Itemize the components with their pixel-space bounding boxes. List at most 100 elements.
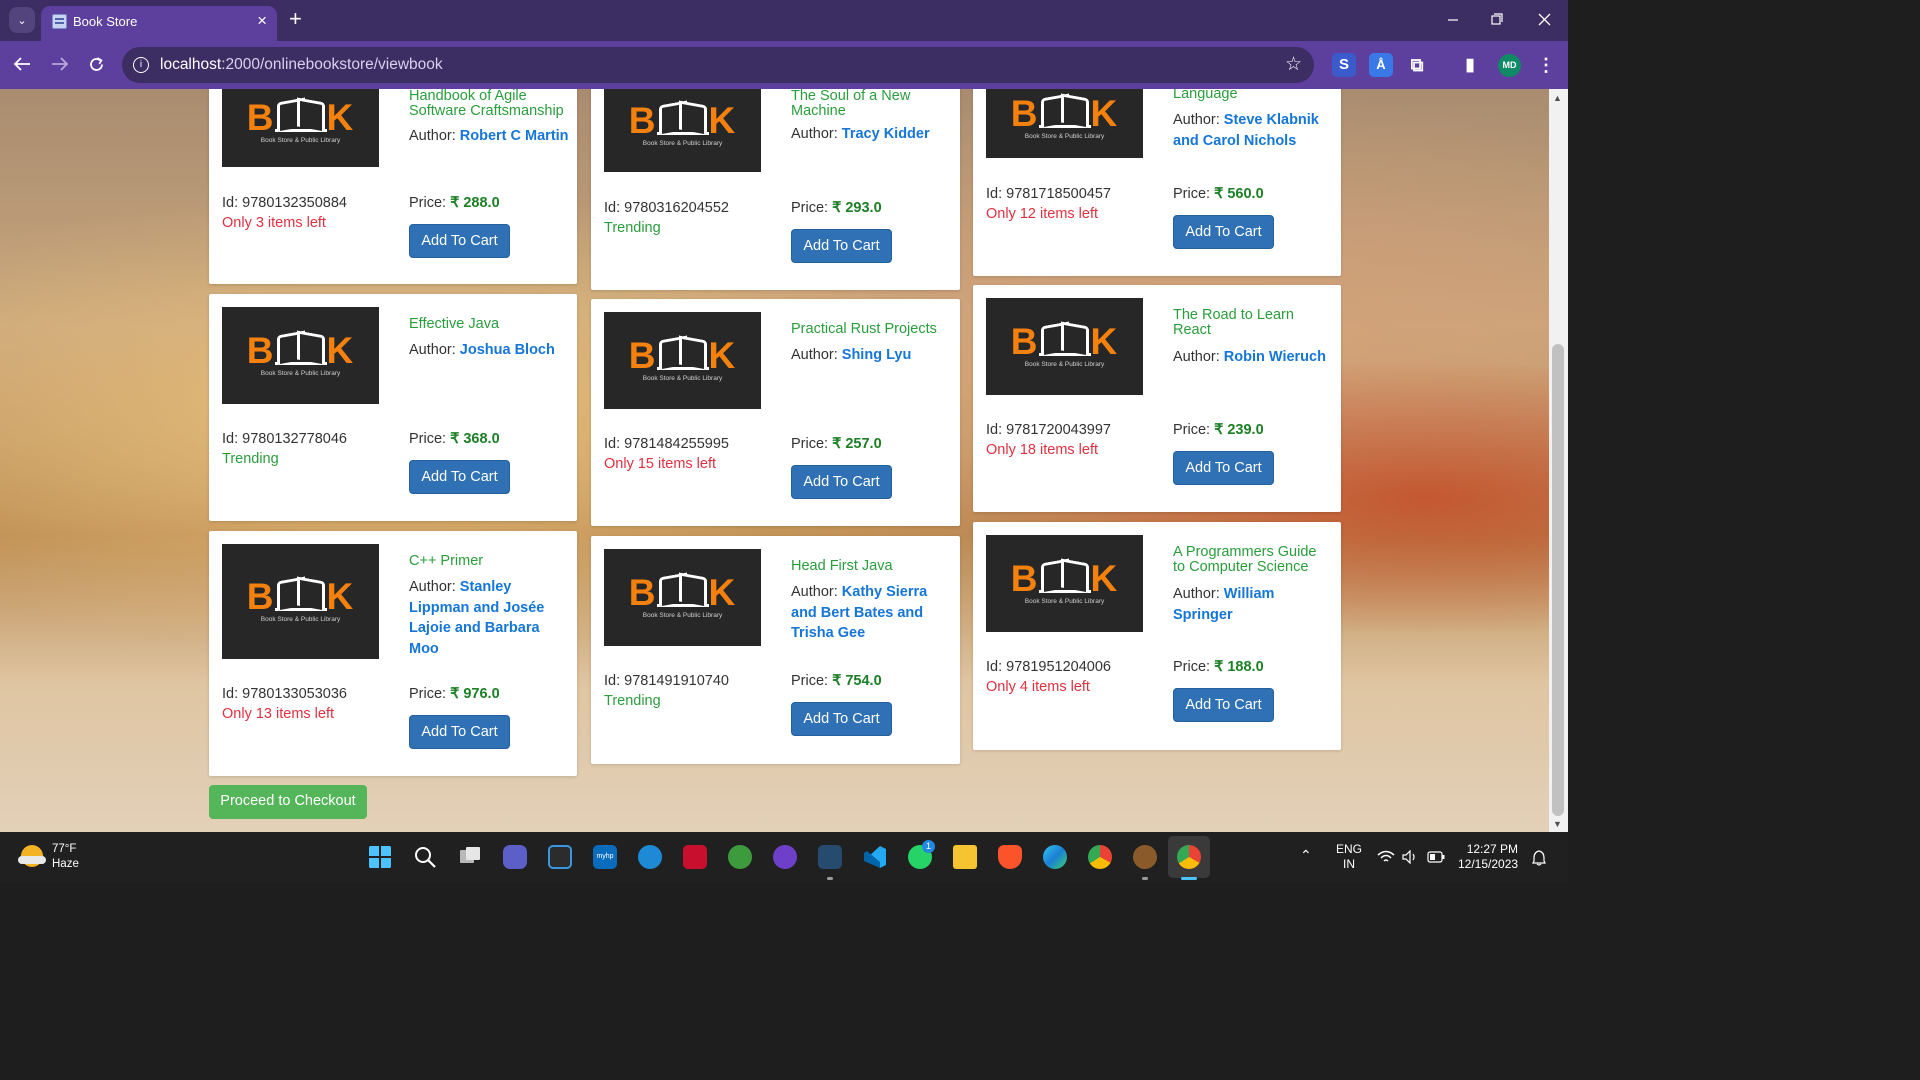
tab-search-button[interactable]: ⌄ [9,7,35,33]
notification-bell-icon[interactable] [1532,850,1546,866]
vscode-icon[interactable] [863,845,887,869]
system-clock[interactable]: 12:27 PM 12/15/2023 [1458,842,1518,872]
book-title[interactable]: The Soul of a New Machine [791,89,949,119]
add-to-cart-button[interactable]: Add To Cart [1173,688,1274,722]
book-price: Price: ₹ 368.0 [409,431,500,447]
book-title[interactable]: Language [1173,89,1331,102]
language-indicator[interactable]: ENG IN [1336,842,1362,872]
book-title[interactable]: Effective Java [409,317,567,332]
book-card: B K Book Store & Public Library Effective … [209,294,577,521]
wifi-icon[interactable] [1377,850,1395,864]
reload-icon[interactable] [88,56,105,73]
page-favicon-icon [52,14,67,29]
add-to-cart-button[interactable]: Add To Cart [791,229,892,263]
stock-status: Only 3 items left [222,215,326,231]
chrome-browser-icon[interactable] [1088,845,1112,869]
add-to-cart-button[interactable]: Add To Cart [409,460,510,494]
browser-tab-strip: ⌄ Book Store × + [0,0,1568,41]
browser-toolbar: i localhost:2000/onlinebookstore/viewboo… [0,41,1568,89]
extension-s-icon[interactable]: S [1332,53,1356,77]
page-scrollbar[interactable]: ▲ ▼ [1549,89,1568,832]
help-icon[interactable] [638,845,662,869]
windows-start-icon[interactable] [368,845,392,869]
address-bar[interactable]: i localhost:2000/onlinebookstore/viewboo… [122,47,1314,83]
extension-translate-icon[interactable]: Å [1369,53,1393,77]
screen: ⌄ Book Store × + i localhost:2000/online… [0,0,1568,882]
add-to-cart-button[interactable]: Add To Cart [791,465,892,499]
book-card: B K Book Store & Public Library A Programm… [973,522,1341,750]
book-author: Author: Robert C Martin [409,128,569,144]
edge-browser-icon[interactable] [1043,845,1067,869]
battery-icon[interactable] [1427,851,1445,863]
minimize-icon[interactable] [1447,14,1459,26]
book-cover-image: B K Book Store & Public Library [604,549,761,646]
book-title[interactable]: The Road to Learn React [1173,308,1331,338]
extensions-puzzle-icon[interactable]: ⧉ [1405,53,1429,77]
chevron-down-icon: ⌄ [17,14,27,27]
mcafee-icon[interactable] [683,845,707,869]
restore-icon[interactable] [1491,13,1503,25]
trending-status: Trending [222,451,279,467]
app-gear-icon[interactable] [1133,845,1157,869]
active-indicator [1181,877,1197,880]
mysql-workbench-icon[interactable] [818,845,842,869]
book-id: Id: 9780132350884 [222,195,347,211]
microsoft-store-icon[interactable] [548,845,572,869]
book-cover-image: B K Book Store & Public Library [222,544,379,659]
book-author: Author: Stanley Lippman and Josée Lajoie… [409,579,545,657]
site-info-icon[interactable]: i [133,57,149,73]
proceed-to-checkout-button[interactable]: Proceed to Checkout [209,785,367,819]
add-to-cart-button[interactable]: Add To Cart [791,702,892,736]
weather-description: Haze [52,858,79,870]
active-tab[interactable]: Book Store × [41,6,277,41]
scroll-up-arrow-icon[interactable]: ▲ [1553,93,1562,103]
book-author: Author: Joshua Bloch [409,342,555,358]
book-price: Price: ₹ 239.0 [1173,422,1264,438]
close-tab-icon[interactable]: × [257,11,267,31]
side-panel-icon[interactable]: ▮ [1458,53,1482,77]
scroll-thumb[interactable] [1552,344,1564,816]
book-title[interactable]: A Programmers Guide to Computer Science [1173,545,1331,575]
book-title[interactable]: Handbook of Agile Software Craftsmanship [409,89,567,119]
more-menu-icon[interactable]: ⋮ [1534,53,1558,77]
forward-arrow-icon[interactable] [51,56,69,72]
book-price: Price: ₹ 976.0 [409,686,500,702]
task-view-icon[interactable] [458,845,482,869]
add-to-cart-button[interactable]: Add To Cart [409,224,510,258]
book-cover-image: B K Book Store & Public Library [604,89,761,172]
back-arrow-icon[interactable] [13,56,31,72]
file-explorer-icon[interactable] [953,845,977,869]
chevron-up-icon[interactable]: ⌃ [1300,847,1312,864]
add-to-cart-button[interactable]: Add To Cart [1173,451,1274,485]
search-icon[interactable] [413,845,437,869]
volume-icon[interactable] [1402,850,1418,864]
book-card: B K Book Store & Public Library Handbook o… [209,89,577,284]
scroll-down-arrow-icon[interactable]: ▼ [1553,819,1562,829]
book-card: B K Book Store & Public Library Head First… [591,536,960,764]
add-to-cart-button[interactable]: Add To Cart [409,715,510,749]
book-title[interactable]: Head First Java [791,559,949,574]
teams-chat-icon[interactable] [503,845,527,869]
profile-avatar[interactable]: MD [1498,54,1521,77]
chrome-profile-icon[interactable] [1177,845,1201,869]
book-title[interactable]: Practical Rust Projects [791,322,949,337]
brave-browser-icon[interactable] [998,845,1022,869]
github-desktop-icon[interactable] [773,845,797,869]
myhp-icon[interactable]: myhp [593,845,617,869]
book-author: Author: Shing Lyu [791,347,912,363]
book-card: B K Book Store & Public Library C++ Primer… [209,531,577,776]
url-host: localhost [160,56,222,73]
close-window-icon[interactable] [1538,13,1551,26]
trending-status: Trending [604,220,661,236]
bookmark-star-icon[interactable]: ☆ [1285,53,1302,76]
url-text[interactable]: localhost:2000/onlinebookstore/viewbook [160,56,443,74]
book-title[interactable]: C++ Primer [409,554,567,569]
add-to-cart-button[interactable]: Add To Cart [1173,215,1274,249]
mongodb-compass-icon[interactable] [728,845,752,869]
url-path: :2000/onlinebookstore/viewbook [221,56,443,73]
whatsapp-unread-badge: 1 [922,840,935,853]
book-author: Author: Tracy Kidder [791,126,930,142]
book-author: Author: Steve Klabnik and Carol Nichols [1173,112,1319,149]
book-id: Id: 9781720043997 [986,422,1111,438]
new-tab-button[interactable]: + [289,7,302,31]
